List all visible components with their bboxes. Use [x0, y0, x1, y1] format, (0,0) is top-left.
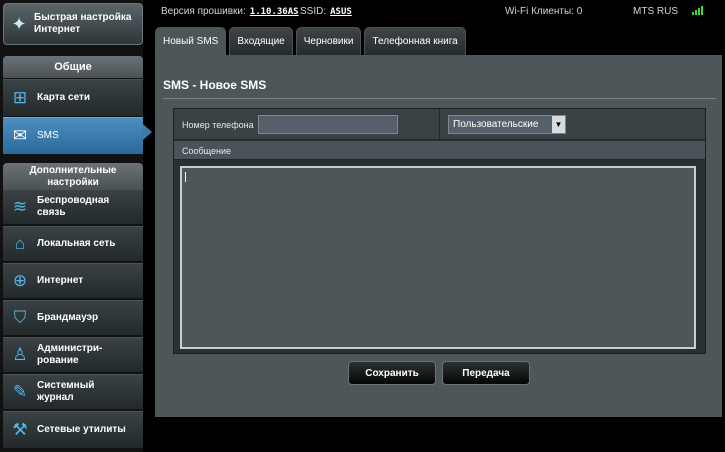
- sidebar-item-wireless[interactable]: ≋ Беспроводная связь: [3, 189, 143, 225]
- title-divider: [163, 98, 716, 99]
- send-button[interactable]: Передача: [442, 361, 530, 385]
- sidebar-item-label: Администри-рование: [37, 343, 103, 366]
- sidebar-item-label: Системный журнал: [37, 380, 95, 403]
- save-button[interactable]: Сохранить: [348, 361, 436, 385]
- message-textarea[interactable]: [180, 166, 696, 349]
- sidebar-item-administration[interactable]: ♙ Администри-рование: [3, 337, 143, 373]
- firmware-version-link[interactable]: 1.10.36AS: [250, 7, 299, 17]
- sidebar-item-label: Беспроводная связь: [37, 195, 110, 218]
- phone-row: Номер телефона Пользовательские ▼: [174, 109, 705, 140]
- ssid-info: SSID: ASUS: [300, 6, 352, 17]
- firmware-label: Версия прошивки:: [161, 5, 246, 17]
- sidebar-item-label: Брандмауэр: [37, 312, 99, 323]
- ssid-label: SSID:: [300, 5, 327, 17]
- advanced-section-header: Дополнительные настройки: [3, 163, 143, 189]
- tab-phonebook[interactable]: Телефонная книга: [364, 27, 466, 55]
- wifi-icon: ≋: [12, 197, 28, 216]
- admin-user-icon: ♙: [12, 345, 28, 364]
- phone-number-input[interactable]: [258, 115, 398, 134]
- sidebar-item-label: SMS: [37, 130, 59, 141]
- general-section-header: Общие: [3, 56, 143, 78]
- globe-icon: ⊕: [12, 271, 28, 290]
- sidebar-item-network-map[interactable]: ⊞ Карта сети: [3, 79, 143, 117]
- chevron-down-icon[interactable]: ▼: [552, 116, 565, 133]
- active-item-arrow: [143, 124, 152, 140]
- sidebar-item-label: Локальная сеть: [37, 238, 116, 249]
- status-bar: Версия прошивки: 1.10.36AS SSID: ASUS Wi-F…: [155, 0, 725, 22]
- text-cursor: [185, 172, 186, 182]
- message-label-row: Сообщение: [174, 141, 705, 160]
- sms-tabs: Новый SMS Входящие Черновики Телефонная …: [155, 27, 469, 55]
- sidebar-item-network-tools[interactable]: ⚒ Сетевые утилиты: [3, 411, 143, 449]
- page-title: SMS - Новое SMS: [163, 78, 267, 92]
- phone-label: Номер телефона: [182, 120, 254, 130]
- sidebar: ✦ Быстрая настройка Интернет Общие ⊞ Кар…: [0, 0, 152, 452]
- message-label: Сообщение: [182, 146, 231, 156]
- home-icon: ⌂: [14, 234, 26, 253]
- signal-strength-icon: [692, 6, 703, 15]
- row-divider: [439, 109, 440, 140]
- sms-form: Номер телефона Пользовательские ▼ Сообще…: [173, 108, 706, 354]
- log-edit-icon: ✎: [12, 382, 28, 401]
- quick-setup-button[interactable]: ✦ Быстрая настройка Интернет: [3, 3, 143, 45]
- sidebar-item-internet[interactable]: ⊕ Интернет: [3, 263, 143, 299]
- operator-name: MTS RUS: [633, 5, 678, 17]
- tab-new-sms[interactable]: Новый SMS: [155, 27, 227, 55]
- main-panel: SMS - Новое SMS Номер телефона Пользоват…: [155, 55, 722, 417]
- sidebar-item-label: Карта сети: [37, 92, 91, 103]
- magic-wand-icon: ✦: [11, 13, 27, 34]
- sidebar-item-system-log[interactable]: ✎ Системный журнал: [3, 374, 143, 410]
- firmware-info: Версия прошивки: 1.10.36AS: [161, 6, 299, 17]
- sidebar-item-lan[interactable]: ⌂ Локальная сеть: [3, 226, 143, 262]
- encoding-selected-value: Пользовательские: [453, 119, 539, 130]
- quick-setup-label: Быстрая настройка Интернет: [34, 12, 132, 35]
- encoding-select[interactable]: Пользовательские ▼: [448, 115, 566, 134]
- ssid-link[interactable]: ASUS: [330, 7, 352, 17]
- network-map-icon: ⊞: [12, 88, 28, 107]
- tab-drafts[interactable]: Черновики: [295, 27, 362, 55]
- tools-icon: ⚒: [12, 420, 28, 439]
- shield-icon: ⛉: [13, 308, 27, 327]
- envelope-icon: ✉: [12, 126, 28, 145]
- tab-inbox[interactable]: Входящие: [229, 27, 293, 55]
- sidebar-item-label: Сетевые утилиты: [37, 424, 126, 435]
- wifi-clients: Wi-Fi Клиенты: 0: [505, 5, 583, 17]
- sidebar-item-label: Интернет: [37, 275, 84, 286]
- sidebar-item-sms[interactable]: ✉ SMS: [3, 117, 143, 155]
- sidebar-item-firewall[interactable]: ⛉ Брандмауэр: [3, 300, 143, 336]
